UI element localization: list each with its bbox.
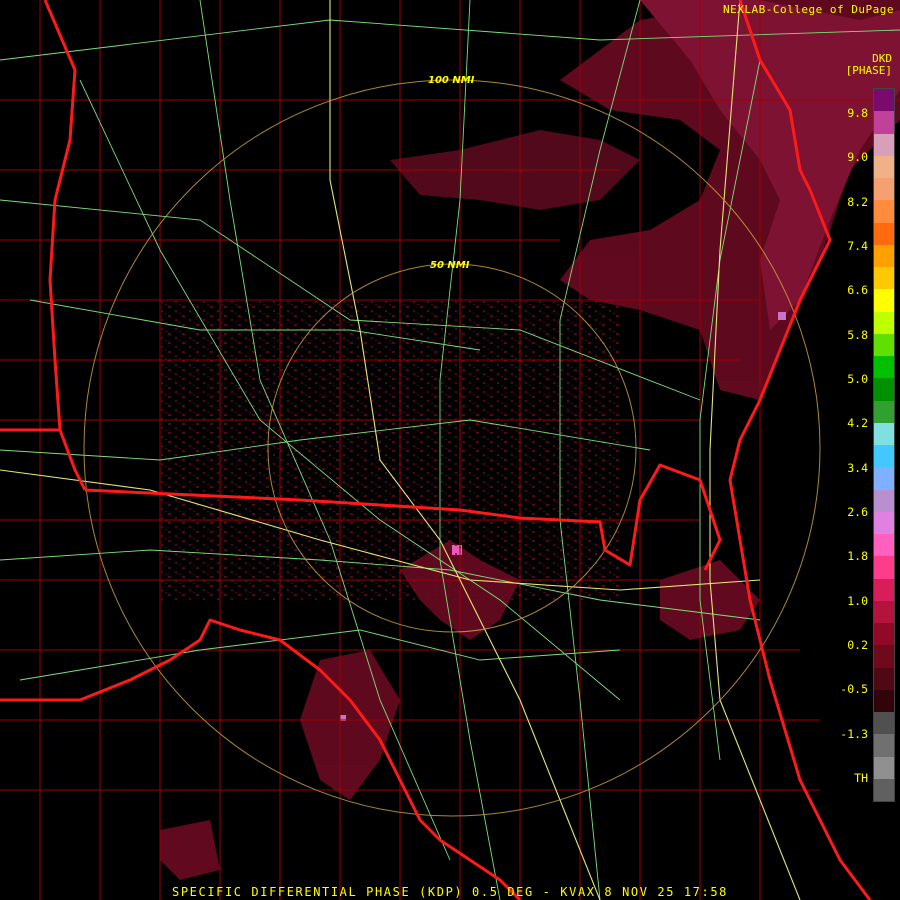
color-scale-swatch — [874, 511, 894, 534]
color-scale-swatch — [874, 111, 894, 134]
color-scale-swatch — [874, 667, 894, 690]
color-scale-label: 7.4 — [847, 239, 868, 253]
color-scale-label: 9.0 — [847, 150, 868, 165]
color-scale-swatch — [874, 689, 894, 712]
color-scale-label: 8.2 — [847, 194, 868, 209]
product-unit-label: [PHASE] — [845, 64, 892, 77]
color-scale-swatch — [874, 267, 894, 290]
color-scale-swatch — [874, 467, 894, 490]
echo-pink-spot-east — [778, 312, 786, 320]
color-scale-swatch — [874, 311, 894, 334]
color-scale-swatch — [874, 378, 894, 401]
color-scale-swatch — [874, 356, 894, 379]
color-scale-label: 2.6 — [847, 505, 868, 519]
color-scale-swatch — [874, 734, 894, 757]
color-scale-label: 9.8 — [847, 106, 868, 120]
color-scale-swatch — [874, 89, 894, 112]
color-scale-swatch — [874, 200, 894, 223]
color-scale-swatch — [874, 400, 894, 423]
color-scale-swatch — [874, 155, 894, 178]
color-scale-swatch — [874, 623, 894, 646]
color-scale-swatch — [874, 445, 894, 468]
range-ring-50-label: 50 NMI — [430, 260, 470, 271]
color-scale-swatch — [874, 778, 894, 801]
color-scale-swatch — [874, 534, 894, 557]
color-scale-swatch — [874, 600, 894, 623]
color-scale-swatch — [874, 333, 894, 356]
color-scale-swatch — [874, 578, 894, 601]
product-code: DKD [PHASE] — [846, 53, 892, 77]
color-scale-label: 1.8 — [847, 549, 868, 564]
color-scale-swatch — [874, 133, 894, 156]
color-scale-label: 5.8 — [847, 327, 868, 342]
color-scale-swatch — [874, 222, 894, 245]
color-scale-swatch — [874, 244, 894, 267]
color-scale-label: 4.2 — [847, 416, 868, 431]
color-scale-label: 3.4 — [847, 460, 868, 475]
color-scale-swatch — [874, 556, 894, 579]
color-scale-swatch — [874, 489, 894, 512]
color-scale-swatch — [874, 756, 894, 779]
color-scale-label: 1.0 — [847, 593, 868, 608]
color-scale-bar — [873, 88, 895, 802]
product-caption: SPECIFIC DIFFERENTIAL PHASE (KDP) 0.5 DE… — [172, 885, 728, 899]
color-scale-swatch — [874, 645, 894, 668]
color-scale-label: 6.6 — [847, 283, 868, 298]
credit-text: NEXLAB-College of DuPage — [723, 3, 894, 16]
color-scale-swatch — [874, 422, 894, 445]
color-scale-label: -0.5 — [840, 682, 868, 697]
color-scale-label: 0.2 — [847, 638, 868, 652]
color-scale-label: 5.0 — [847, 372, 868, 386]
radar-map: 100 NMI 50 NMI — [0, 0, 900, 900]
color-scale-swatch — [874, 712, 894, 735]
color-scale-swatch — [874, 178, 894, 201]
range-ring-100-label: 100 NMI — [428, 75, 475, 86]
color-scale-label: -1.3 — [840, 726, 868, 741]
color-scale-swatch — [874, 289, 894, 312]
color-scale-label: TH — [854, 771, 868, 785]
